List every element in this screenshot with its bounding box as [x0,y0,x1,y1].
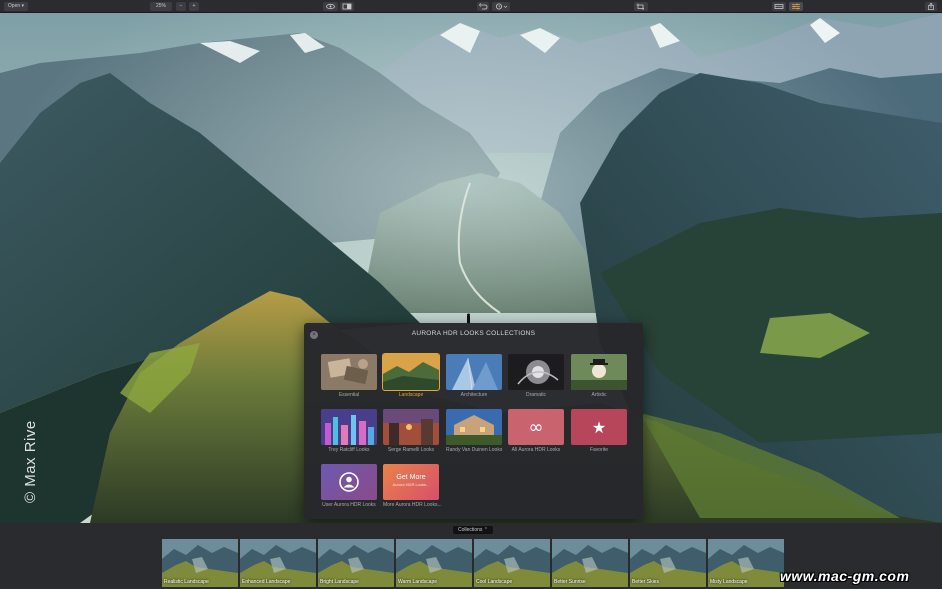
essential-thumb [321,354,377,390]
collection-get-more[interactable]: Get More Aurora HDR Looks... More Aurora… [383,464,442,508]
preset-label: Bright Landscape [320,579,359,585]
collections-button[interactable]: Collections ⌃ [453,526,493,534]
tile-label: Favorite [589,447,609,453]
collection-dramatic[interactable]: Dramatic [508,354,564,398]
artistic-thumb [571,354,627,390]
layers-icon [774,4,784,9]
look-preset-thumb[interactable]: Cool Landscape [474,539,550,587]
look-preset-thumb[interactable]: Enhanced Landscape [240,539,316,587]
crop-button[interactable] [634,2,648,11]
house-thumb [446,409,502,445]
crop-icon [636,3,644,10]
preset-label: Realistic Landscape [164,579,209,585]
collection-favorite[interactable]: ★ Favorite [571,409,627,453]
tile-label: User Aurora HDR Looks [322,502,376,508]
look-preset-thumb[interactable]: Bright Landscape [318,539,394,587]
tile-label: All Aurora HDR Looks [511,447,561,453]
tile-label: Dramatic [525,392,546,398]
look-preset-thumb[interactable]: Better Skies [630,539,706,587]
get-more-subtitle: Aurora HDR Looks... [392,482,430,487]
collection-trey-ratcliff[interactable]: Trey Ratcliff Looks [321,409,377,453]
get-more-title: Get More [396,474,426,481]
zoom-in-button[interactable]: + [189,2,199,11]
tile-label: More Aurora HDR Looks... [383,502,442,508]
tile-label: Trey Ratcliff Looks [328,447,370,453]
history-button[interactable] [492,2,510,11]
look-preset-thumb[interactable]: Misty Landscape [708,539,784,587]
looks-collections-dialog: × AURORA HDR LOOKS COLLECTIONS Essential… [304,323,643,519]
star-icon: ★ [571,409,627,445]
landscape-thumb [382,353,440,391]
paris-thumb [383,409,439,445]
eye-icon [326,3,335,10]
undo-icon [478,3,488,10]
preview-eye-button[interactable] [323,2,338,11]
collection-landscape[interactable]: Landscape [382,353,440,398]
open-button[interactable]: Open ▾ [4,2,28,11]
share-button[interactable] [925,2,937,11]
tile-label: Architecture [460,392,488,398]
preset-label: Cool Landscape [476,579,513,585]
tile-label: Artistic [591,392,607,398]
photo-watermark: © Max Rive [22,420,39,503]
tile-label: Serge Ramelli Looks [387,447,435,453]
look-preset-thumb[interactable]: Warm Landscape [396,539,472,587]
preset-label: Better Skies [632,579,659,585]
dramatic-thumb [508,354,564,390]
collection-artistic[interactable]: Artistic [571,354,627,398]
history-icon [496,3,508,10]
infinity-glyph: ∞ [528,416,544,438]
app-window: Open ▾ 25% − + © Max Rive × AURORA HDR L… [0,0,942,589]
collection-all-looks[interactable]: ∞ All Aurora HDR Looks [508,409,564,453]
adjustments-button[interactable] [789,2,803,11]
tile-label: Landscape [398,392,424,398]
preset-label: Enhanced Landscape [242,579,291,585]
architecture-thumb [446,354,502,390]
dialog-title: AURORA HDR LOOKS COLLECTIONS [411,330,536,337]
top-toolbar: Open ▾ 25% − + [0,0,942,13]
user-icon [321,464,377,500]
city-thumb [321,409,377,445]
look-preset-thumb[interactable]: Realistic Landscape [162,539,238,587]
collection-randy-van-duinen[interactable]: Randy Van Duinen Looks [446,409,502,453]
preset-label: Misty Landscape [710,579,748,585]
compare-icon [342,3,352,10]
zoom-out-button[interactable]: − [176,2,186,11]
site-watermark: www.mac-gm.com [780,568,910,584]
infinity-icon: ∞ [508,409,564,445]
zoom-dropdown[interactable]: 25% [150,2,172,11]
collection-architecture[interactable]: Architecture [446,354,502,398]
collection-essential[interactable]: Essential [321,354,377,398]
tile-label: Essential [338,392,360,398]
share-icon [928,2,934,10]
compare-button[interactable] [340,2,354,11]
tile-label: Randy Van Duinen Looks [446,447,503,453]
undo-button[interactable] [477,2,489,11]
get-more-thumb: Get More Aurora HDR Looks... [383,464,439,500]
preset-label: Warm Landscape [398,579,437,585]
collection-serge-ramelli[interactable]: Serge Ramelli Looks [383,409,439,453]
look-preset-thumb[interactable]: Better Sunrise [552,539,628,587]
collection-user-looks[interactable]: User Aurora HDR Looks [321,464,377,508]
layers-button[interactable] [772,2,786,11]
preset-label: Better Sunrise [554,579,586,585]
sliders-icon [792,3,800,10]
star-glyph: ★ [591,417,607,437]
